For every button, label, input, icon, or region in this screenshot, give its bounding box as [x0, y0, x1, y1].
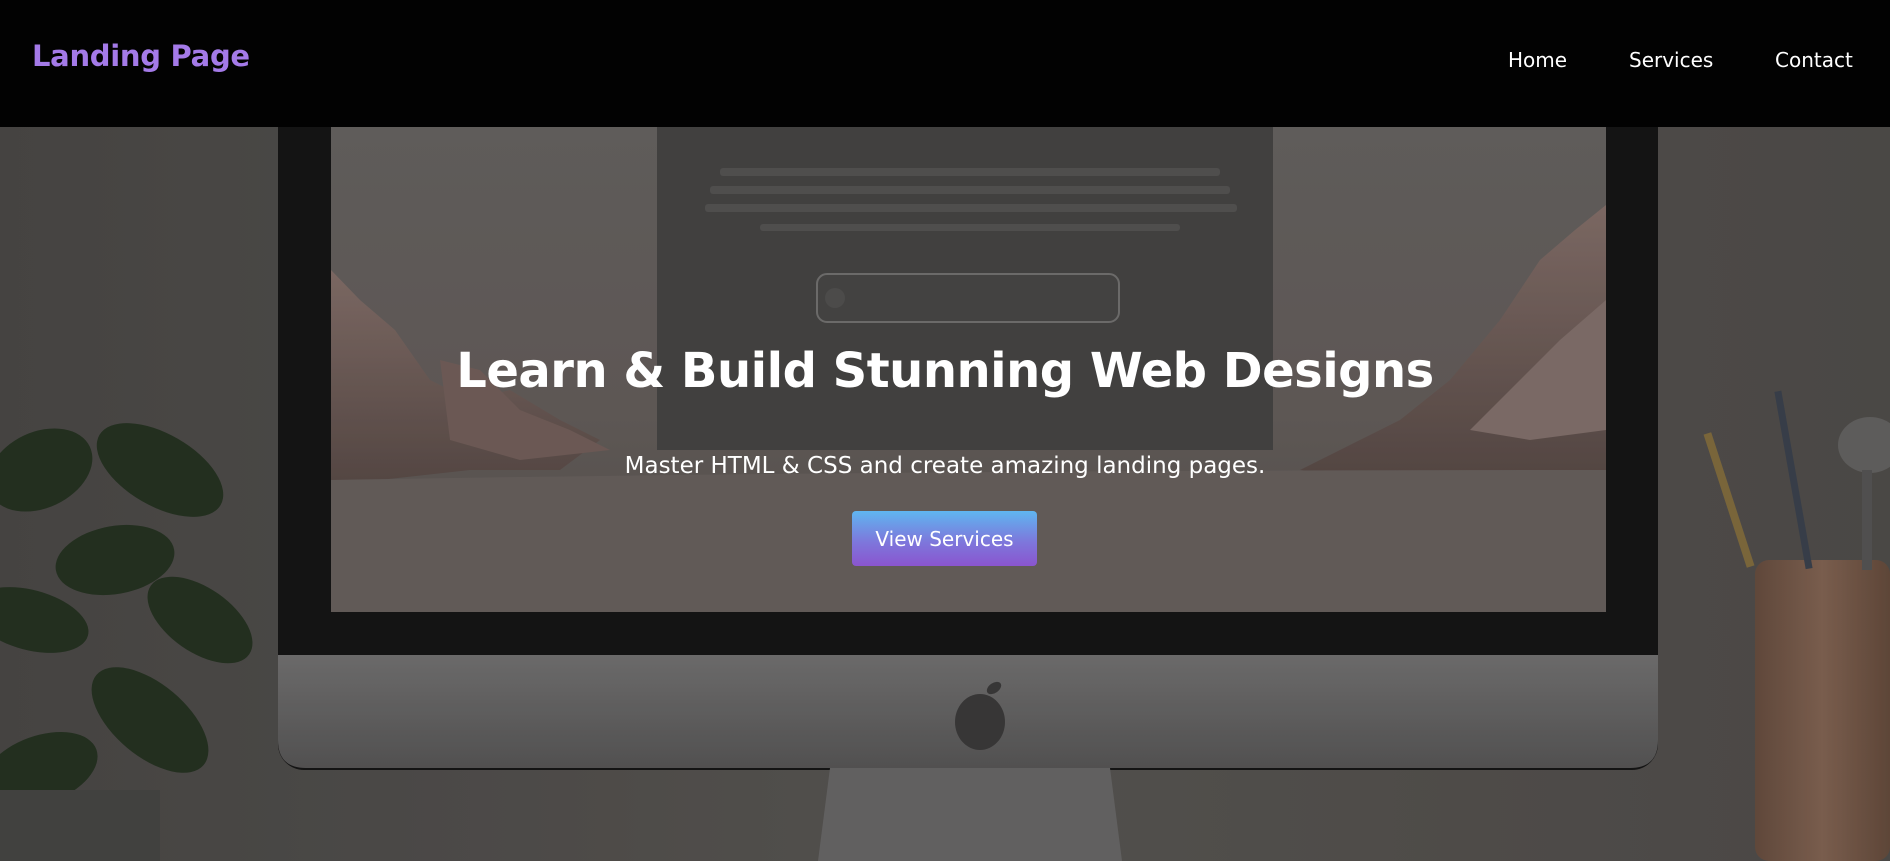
nav-link-services[interactable]: Services [1629, 48, 1713, 72]
hero-subtitle: Master HTML & CSS and create amazing lan… [624, 453, 1266, 479]
view-services-button[interactable]: View Services [852, 511, 1037, 566]
site-header: Landing Page Home Services Contact [0, 0, 1890, 127]
main-nav: Home Services Contact [0, 48, 1890, 78]
hero-content: Learn & Build Stunning Web Designs Maste… [0, 127, 1890, 861]
nav-link-contact[interactable]: Contact [1775, 48, 1853, 72]
hero-title: Learn & Build Stunning Web Designs [456, 343, 1434, 399]
nav-link-home[interactable]: Home [1508, 48, 1567, 72]
hero-section: Learn & Build Stunning Web Designs Maste… [0, 127, 1890, 861]
